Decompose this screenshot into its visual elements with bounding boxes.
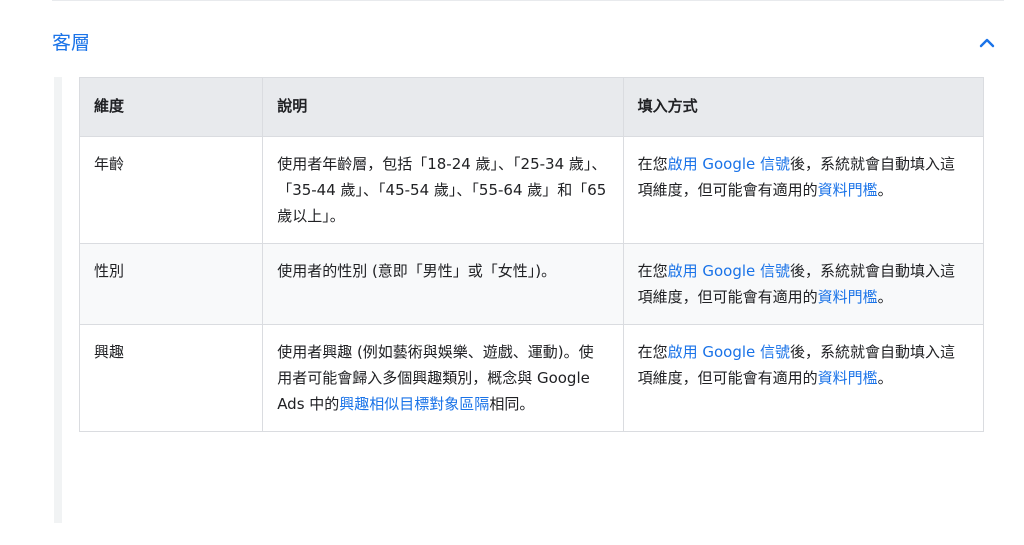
description-cell: 使用者年齡層，包括「18-24 歲」、「25-34 歲」、「35-44 歲」、「… [262, 136, 624, 244]
fill-text: 在您 [637, 155, 668, 173]
dimensions-table: 維度 說明 填入方式 年齡 使用者年齡層，包括「18-24 歲」、「25-34 … [78, 77, 985, 432]
data-threshold-link[interactable]: 資料門檻 [818, 369, 878, 387]
section-left-bar [54, 77, 62, 523]
fill-method-cell: 在您啟用 Google 信號後，系統就會自動填入這項維度，但可能會有適用的資料門… [622, 243, 985, 325]
interest-audience-link[interactable]: 興趣相似目標對象區隔 [339, 395, 489, 413]
enable-google-signals-link[interactable]: 啟用 Google 信號 [668, 155, 790, 173]
top-divider [52, 0, 1004, 1]
fill-text: 在您 [637, 343, 668, 361]
table-row: 興趣 使用者興趣 (例如藝術與娛樂、遊戲、運動)。使用者可能會歸入多個興趣類別，… [78, 324, 985, 432]
header-fill-method: 填入方式 [622, 77, 985, 137]
header-description: 說明 [262, 77, 624, 137]
dimension-cell: 興趣 [78, 324, 264, 432]
chevron-up-icon [979, 34, 995, 53]
data-threshold-link[interactable]: 資料門檻 [818, 288, 878, 306]
collapse-button[interactable] [973, 32, 1001, 54]
fill-method-cell: 在您啟用 Google 信號後，系統就會自動填入這項維度，但可能會有適用的資料門… [622, 324, 985, 432]
table-row: 年齡 使用者年齡層，包括「18-24 歲」、「25-34 歲」、「35-44 歲… [78, 136, 985, 244]
description-cell: 使用者興趣 (例如藝術與娛樂、遊戲、運動)。使用者可能會歸入多個興趣類別，概念與… [262, 324, 624, 432]
header-dimension: 維度 [78, 77, 264, 137]
fill-text: 。 [877, 288, 893, 306]
fill-method-cell: 在您啟用 Google 信號後，系統就會自動填入這項維度，但可能會有適用的資料門… [622, 136, 985, 244]
enable-google-signals-link[interactable]: 啟用 Google 信號 [668, 343, 790, 361]
dimension-cell: 年齡 [78, 136, 264, 244]
table-row: 性別 使用者的性別 (意即「男性」或「女性」)。 在您啟用 Google 信號後… [78, 243, 985, 325]
description-cell: 使用者的性別 (意即「男性」或「女性」)。 [262, 243, 624, 325]
fill-text: 。 [877, 181, 893, 199]
section-title[interactable]: 客層 [52, 28, 90, 55]
fill-text: 在您 [637, 262, 668, 280]
fill-text: 。 [877, 369, 893, 387]
dimension-cell: 性別 [78, 243, 264, 325]
enable-google-signals-link[interactable]: 啟用 Google 信號 [668, 262, 790, 280]
description-text: 相同。 [489, 395, 535, 413]
table-header-row: 維度 說明 填入方式 [78, 77, 985, 137]
data-threshold-link[interactable]: 資料門檻 [818, 181, 878, 199]
